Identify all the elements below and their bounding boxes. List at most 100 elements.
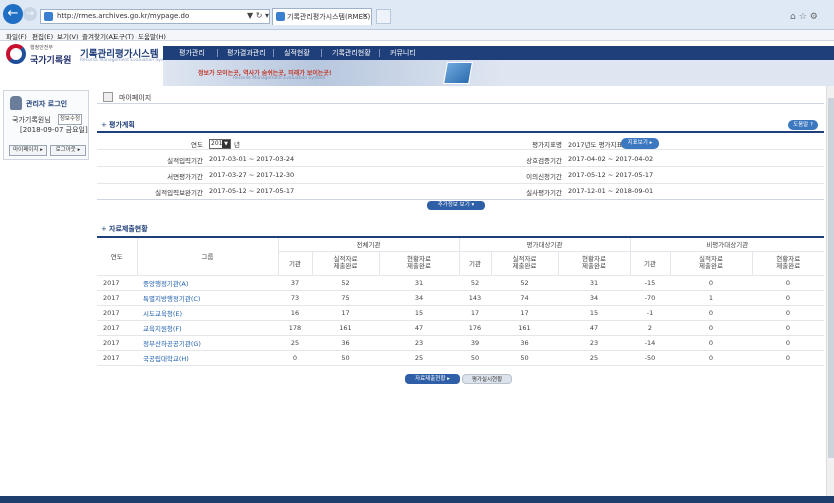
cell-value: 34 <box>558 290 630 306</box>
index-label: 평가지표명 <box>532 141 562 149</box>
subcol-performance: 실적자료 제출완료 <box>669 251 752 276</box>
menu-favorites[interactable]: 즐겨찾기(A) <box>82 31 115 41</box>
browser-chrome: ← → http://rmes.archives.go.kr/mypage.do… <box>0 0 834 30</box>
cell-year: 2017 <box>97 320 137 336</box>
edit-info-button[interactable]: 정보수정 <box>58 114 82 125</box>
logo-ministry: 행정안전부 <box>30 45 54 51</box>
cell-year: 2017 <box>97 290 137 306</box>
cell-value: 17 <box>491 305 558 321</box>
menu-edit[interactable]: 편집(E) <box>32 31 53 41</box>
menu-file[interactable]: 파일(F) <box>6 31 27 41</box>
cell-value: -14 <box>630 335 670 351</box>
table-row: 2017 시도교육청(E) 16 17 15 17 17 15 -1 0 0 <box>97 305 824 321</box>
nav-eval-mgmt[interactable]: 평가관리 <box>179 48 205 58</box>
subcol-performance: 실적자료 제출완료 <box>490 251 558 276</box>
cell-value: 161 <box>312 320 379 336</box>
banner-subtitle: Records Management Evaluation System <box>233 76 326 81</box>
forward-arrow-icon[interactable]: → <box>23 7 37 21</box>
cell-value: 17 <box>312 305 379 321</box>
cell-value: 25 <box>379 350 459 366</box>
cell-value: 17 <box>459 305 491 321</box>
group-header-noneval: 비평가대상기관 <box>629 237 824 252</box>
page-title: 마이페이지 <box>119 94 152 102</box>
tab-submission-status[interactable]: 자료제출현황 ▸ <box>405 374 460 384</box>
cell-group-link[interactable]: 시도교육청(E) <box>137 305 278 321</box>
cell-value: 25 <box>558 350 630 366</box>
table-row: 2017 특별지방행정기관(C) 73 75 34 143 74 34 -70 1 0 <box>97 290 824 306</box>
cell-value: 0 <box>752 275 824 291</box>
group-header-all: 전체기관 <box>277 237 459 252</box>
cell-value: -50 <box>630 350 670 366</box>
cell-value: 23 <box>379 335 459 351</box>
table-body: 2017 중앙행정기관(A) 37 52 31 52 52 31 -15 0 0 2017 특별지방행정… <box>97 275 824 366</box>
cell-value: 52 <box>312 275 379 291</box>
help-button[interactable]: 도움말 ? <box>788 120 818 130</box>
logo-archives[interactable]: 국가기록원 <box>30 53 71 66</box>
nav-community[interactable]: 커뮤니티 <box>390 48 416 58</box>
nav-records-status[interactable]: 기록관리현황 <box>332 48 371 58</box>
year-label: 연도 <box>191 141 203 149</box>
cell-group-link[interactable]: 정부산하공공기관(G) <box>137 335 278 351</box>
year-suffix: 년 <box>234 141 240 149</box>
cell-value: 74 <box>491 290 558 306</box>
cell-group-link[interactable]: 국공립대학교(H) <box>137 350 278 366</box>
cell-value: 0 <box>670 320 752 336</box>
chevron-down-icon[interactable]: ▼ <box>222 140 230 148</box>
more-info-button[interactable]: 추가정보 보기 ▾ <box>427 201 485 210</box>
menu-view[interactable]: 보기(V) <box>57 31 78 41</box>
year-select[interactable]: 2017 ▼ <box>209 139 231 149</box>
back-arrow-icon[interactable]: ← <box>3 4 23 24</box>
cell-group-link[interactable]: 중앙행정기관(A) <box>137 275 278 291</box>
cell-year: 2017 <box>97 275 137 291</box>
address-url[interactable]: http://rmes.archives.go.kr/mypage.do <box>57 12 189 20</box>
field-label: 상호검증기간 <box>526 157 562 165</box>
cell-value: 31 <box>379 275 459 291</box>
page-scrollbar[interactable] <box>826 86 834 496</box>
index-value: 2017년도 평가지표 <box>568 141 623 149</box>
cell-value: 31 <box>558 275 630 291</box>
home-star-gear-icons[interactable]: ⌂☆⚙ <box>790 12 821 22</box>
field-label: 이의신청기간 <box>526 173 562 181</box>
subcol-status: 현황자료 제출완료 <box>751 251 824 276</box>
table-row: 2017 국공립대학교(H) 0 50 25 50 50 25 -50 0 0 <box>97 350 824 366</box>
cell-value: 161 <box>491 320 558 336</box>
site-favicon-icon <box>44 12 53 21</box>
cell-group-link[interactable]: 특별지방행정기관(C) <box>137 290 278 306</box>
taegeuk-logo-icon[interactable] <box>6 44 26 64</box>
browser-tab[interactable]: 기록관리평가시스템(RMES) × <box>272 8 372 25</box>
cell-value: 47 <box>558 320 630 336</box>
cell-value: 178 <box>278 320 312 336</box>
section-bullet-icon: + <box>101 225 107 233</box>
scrollbar-thumb[interactable] <box>828 98 834 458</box>
cell-value: 0 <box>752 335 824 351</box>
field-value: 2017-05-12 ~ 2017-05-17 <box>209 187 295 195</box>
nav-performance[interactable]: 실적현황 <box>284 48 310 58</box>
cell-group-link[interactable]: 교육지원청(F) <box>137 320 278 336</box>
tab-close-icon[interactable]: × <box>362 11 369 20</box>
field-value: 2017-05-12 ~ 2017-05-17 <box>568 171 654 179</box>
col-group-header: 그룹 <box>136 237 278 276</box>
cell-value: 0 <box>670 275 752 291</box>
menu-help[interactable]: 도움말(H) <box>138 31 166 41</box>
cell-value: 50 <box>459 350 491 366</box>
cell-value: 0 <box>670 305 752 321</box>
nav-eval-result[interactable]: 평가결과관리 <box>227 48 266 58</box>
cell-value: 39 <box>459 335 491 351</box>
cell-value: 75 <box>312 290 379 306</box>
field-label: 실사평가기간 <box>526 189 562 197</box>
mypage-button[interactable]: 마이페이지 ▸ <box>9 145 47 156</box>
cell-year: 2017 <box>97 335 137 351</box>
admin-avatar-icon <box>10 96 22 110</box>
subcol-status: 현황자료 제출완료 <box>378 251 459 276</box>
home-icon[interactable] <box>103 92 113 102</box>
tab-eval-status[interactable]: 평가실시현황 <box>462 374 512 384</box>
section-bullet-icon: + <box>101 121 107 129</box>
cell-value: 1 <box>670 290 752 306</box>
address-bar[interactable]: http://rmes.archives.go.kr/mypage.do ▼ ↻… <box>40 9 278 24</box>
logout-button[interactable]: 로그아웃 ▸ <box>50 145 86 156</box>
view-index-button[interactable]: 지표보기 ▸ <box>621 138 659 149</box>
new-tab-button[interactable] <box>376 9 391 24</box>
system-subtitle: Records Management Evaluation System <box>80 58 173 63</box>
cell-value: 25 <box>278 335 312 351</box>
menu-tools[interactable]: 도구(T) <box>113 31 134 41</box>
